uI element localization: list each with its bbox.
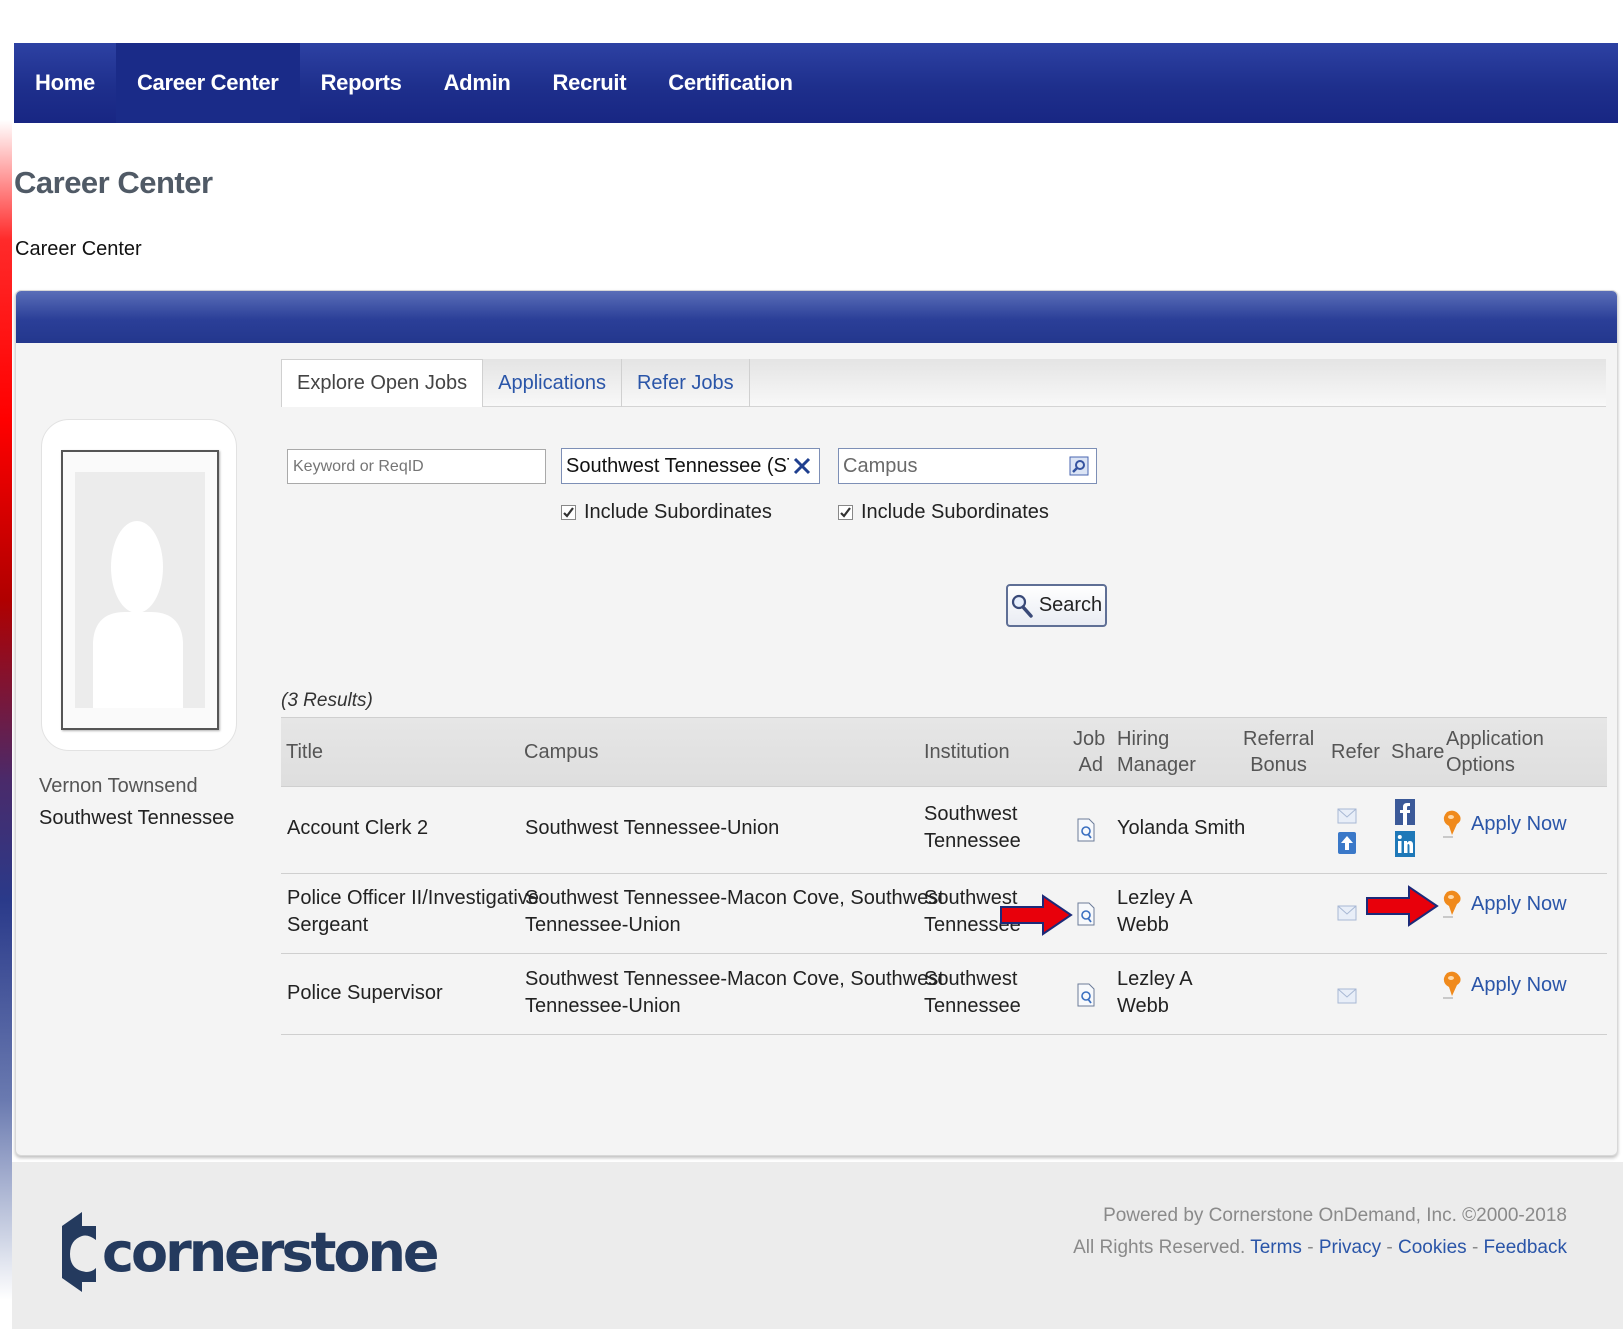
cornerstone-logo[interactable]: cornerstone	[62, 1212, 440, 1292]
apply-pin-icon	[1443, 810, 1461, 838]
user-name[interactable]: Vernon Townsend	[39, 775, 198, 798]
apply-now-label: Apply Now	[1471, 892, 1567, 915]
job-campus: Southwest Tennessee-Macon Cove, Southwes…	[525, 887, 944, 936]
refer-upload-icon[interactable]	[1337, 831, 1357, 863]
footer-legal: Powered by Cornerstone OnDemand, Inc. ©2…	[1073, 1200, 1567, 1264]
red-arrow-icon	[1366, 885, 1439, 927]
include-subordinates-label: Include Subordinates	[861, 501, 1049, 523]
results-table: Title Campus Institution Job Ad Hiring M…	[281, 717, 1607, 1035]
facebook-icon[interactable]	[1395, 799, 1415, 833]
tab-bar: Explore Open Jobs Applications Refer Job…	[281, 359, 1606, 407]
institution-value: Southwest Tennessee (STCC)	[566, 454, 789, 477]
apply-now-link[interactable]: Apply Now	[1441, 809, 1567, 839]
powered-by-text: Powered by Cornerstone OnDemand, Inc. ©2…	[1103, 1205, 1567, 1226]
tab-refer-jobs[interactable]: Refer Jobs	[622, 359, 750, 407]
campus-placeholder: Campus	[843, 454, 918, 477]
table-header: Title Campus Institution Job Ad Hiring M…	[281, 717, 1607, 787]
keyword-input[interactable]	[287, 449, 546, 484]
table-row: Police Officer II/Investigative Sergeant…	[281, 874, 1607, 954]
hiring-manager: Yolanda Smith	[1117, 817, 1246, 839]
job-ad-icon[interactable]	[1077, 902, 1095, 934]
col-title[interactable]: Title	[286, 739, 323, 765]
job-institution: Southwest Tennessee	[924, 968, 1021, 1017]
table-row: Police Supervisor Southwest Tennessee-Ma…	[281, 954, 1607, 1035]
rights-text: All Rights Reserved.	[1073, 1237, 1246, 1258]
job-title-link[interactable]: Police Officer II/Investigative Sergeant	[287, 885, 539, 939]
nav-admin[interactable]: Admin	[423, 43, 532, 123]
profile-card	[41, 419, 237, 751]
institution-selector[interactable]: Southwest Tennessee (STCC)	[561, 448, 820, 484]
avatar[interactable]	[61, 450, 219, 730]
footer-link-privacy[interactable]: Privacy	[1319, 1237, 1381, 1258]
red-arrow-icon	[1000, 894, 1073, 936]
nav-certification[interactable]: Certification	[647, 43, 813, 123]
apply-now-label: Apply Now	[1471, 973, 1567, 996]
col-share: Share	[1391, 741, 1445, 763]
job-ad-icon[interactable]	[1077, 983, 1095, 1015]
job-institution: Southwest Tennessee	[924, 803, 1021, 852]
breadcrumb: Career Center	[15, 238, 142, 260]
table-row: Account Clerk 2 Southwest Tennessee-Unio…	[281, 787, 1607, 874]
search-button[interactable]: Search	[1006, 584, 1107, 627]
col-campus[interactable]: Campus	[524, 739, 598, 765]
cornerstone-logo-mark-icon	[62, 1212, 96, 1292]
search-icon	[1011, 594, 1033, 618]
col-application-options: Application Options	[1446, 728, 1544, 776]
email-icon[interactable]	[1337, 902, 1357, 929]
nav-career-center[interactable]: Career Center	[115, 43, 300, 123]
job-title-link[interactable]: Police Supervisor	[287, 980, 443, 1007]
apply-now-link[interactable]: Apply Now	[1441, 970, 1567, 1000]
logo-wordmark: cornerstone	[102, 1220, 440, 1284]
include-subordinates-campus[interactable]: Include Subordinates	[838, 501, 1049, 524]
nav-recruit[interactable]: Recruit	[532, 43, 648, 123]
col-refer: Refer	[1331, 741, 1380, 763]
job-campus: Southwest Tennessee-Union	[525, 817, 780, 839]
apply-now-label: Apply Now	[1471, 812, 1567, 835]
footer-link-feedback[interactable]: Feedback	[1484, 1237, 1567, 1258]
linkedin-icon[interactable]	[1395, 831, 1415, 865]
checkbox[interactable]	[561, 505, 576, 520]
hiring-manager: Lezley A Webb	[1117, 968, 1193, 1017]
tab-applications[interactable]: Applications	[483, 359, 622, 407]
user-organization: Southwest Tennessee	[39, 807, 235, 829]
page-title: Career Center	[14, 165, 213, 200]
tab-explore-open-jobs[interactable]: Explore Open Jobs	[281, 359, 484, 407]
email-icon[interactable]	[1337, 805, 1357, 832]
footer-link-terms[interactable]: Terms	[1250, 1237, 1302, 1258]
col-job-ad: Job Ad	[1073, 728, 1106, 776]
hiring-manager: Lezley A Webb	[1117, 887, 1193, 936]
job-ad-icon[interactable]	[1077, 818, 1095, 850]
include-subordinates-label: Include Subordinates	[584, 501, 772, 523]
checkbox[interactable]	[838, 505, 853, 520]
panel-header-bar	[16, 291, 1617, 343]
nav-home[interactable]: Home	[14, 43, 116, 123]
col-referral-bonus: Referral Bonus	[1243, 728, 1315, 776]
col-hiring-manager[interactable]: Hiring Manager	[1117, 726, 1196, 778]
campus-selector[interactable]: Campus	[838, 448, 1097, 484]
clear-x-icon[interactable]	[789, 453, 815, 479]
lookup-icon[interactable]	[1066, 453, 1092, 479]
col-institution[interactable]: Institution	[924, 739, 1010, 765]
results-count: (3 Results)	[281, 690, 373, 711]
job-campus: Southwest Tennessee-Macon Cove, Southwes…	[525, 968, 944, 1017]
apply-pin-icon	[1443, 890, 1461, 918]
apply-now-link[interactable]: Apply Now	[1441, 889, 1567, 919]
apply-pin-icon	[1443, 971, 1461, 999]
footer-link-cookies[interactable]: Cookies	[1398, 1237, 1467, 1258]
avatar-placeholder-icon	[75, 472, 205, 708]
search-label: Search	[1038, 594, 1103, 616]
career-center-panel: Vernon Townsend Southwest Tennessee Expl…	[15, 290, 1618, 1156]
footer: cornerstone Powered by Cornerstone OnDem…	[12, 1162, 1623, 1329]
left-edge-gradient	[0, 0, 12, 1329]
include-subordinates-institution[interactable]: Include Subordinates	[561, 501, 772, 524]
job-title-link[interactable]: Account Clerk 2	[287, 815, 428, 842]
email-icon[interactable]	[1337, 985, 1357, 1012]
footer-links-line: All Rights Reserved. Terms - Privacy - C…	[1073, 1237, 1567, 1258]
nav-reports[interactable]: Reports	[300, 43, 423, 123]
top-navigation: Home Career Center Reports Admin Recruit…	[14, 43, 1618, 123]
